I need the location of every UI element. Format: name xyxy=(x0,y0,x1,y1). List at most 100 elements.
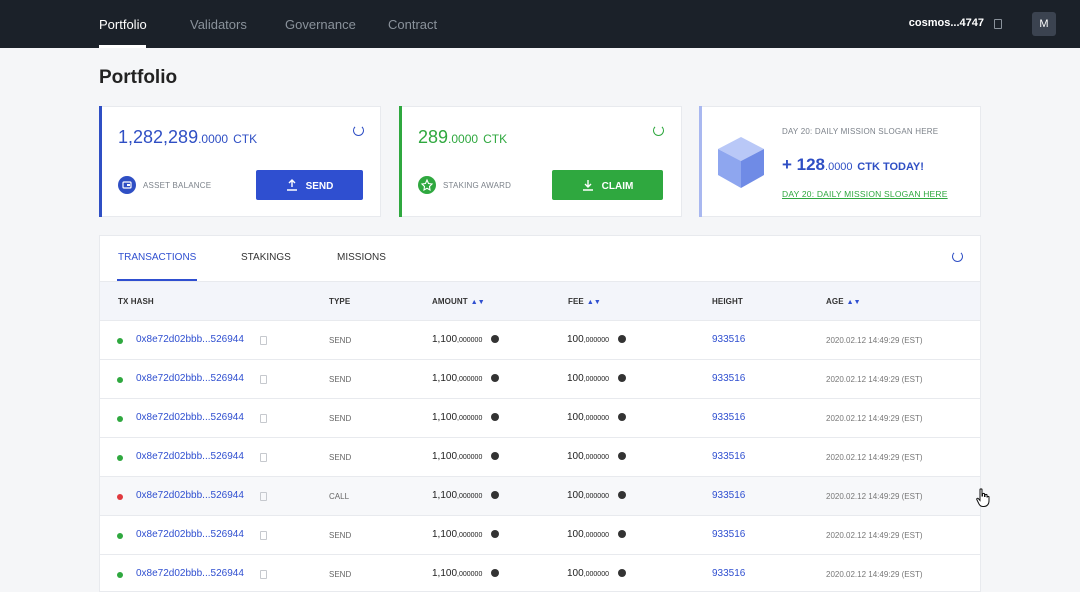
nav-contract[interactable]: Contract xyxy=(388,17,437,32)
coin-icon xyxy=(491,374,500,382)
column-fee[interactable]: FEE ▲▼ xyxy=(568,297,601,306)
amount-decimal: ,000000 xyxy=(457,532,483,539)
amount-decimal: ,000000 xyxy=(457,376,483,383)
tab-missions[interactable]: MISSIONS xyxy=(337,252,386,263)
tx-type: SEND xyxy=(329,570,352,579)
copy-icon[interactable] xyxy=(260,531,267,540)
block-height-link[interactable]: 933516 xyxy=(712,412,745,423)
copy-icon[interactable] xyxy=(994,19,1002,29)
tx-age: 2020.02.12 14:49:29 (EST) xyxy=(826,531,923,540)
amount-unit: CTK xyxy=(233,132,258,146)
block-height-link[interactable]: 933516 xyxy=(712,529,745,540)
coin-icon xyxy=(618,335,626,343)
tx-fee: 100,000000 xyxy=(567,412,626,423)
refresh-icon[interactable] xyxy=(952,251,963,262)
fee-integer: 100 xyxy=(567,334,584,345)
refresh-icon[interactable] xyxy=(653,125,664,136)
tx-hash-link[interactable]: 0x8e72d02bbb...526944 xyxy=(136,334,244,345)
tx-amount: 1,100,000000 xyxy=(432,373,500,384)
tab-stakings[interactable]: STAKINGS xyxy=(241,252,291,263)
nav-governance[interactable]: Governance xyxy=(285,17,356,32)
amount-unit: CTK xyxy=(483,132,508,146)
tx-hash-link[interactable]: 0x8e72d02bbb...526944 xyxy=(136,529,244,540)
coin-icon xyxy=(491,569,500,577)
status-dot xyxy=(117,533,123,539)
claim-button[interactable]: CLAIM xyxy=(552,170,663,200)
copy-icon[interactable] xyxy=(260,375,267,384)
table-row[interactable]: 0x8e72d02bbb...526944 SEND 1,100,000000 … xyxy=(100,398,980,437)
amount-integer: 1,100 xyxy=(432,529,458,540)
staking-award-amount: 289.0000 CTK xyxy=(418,127,507,148)
nav-portfolio[interactable]: Portfolio xyxy=(99,17,147,32)
refresh-icon[interactable] xyxy=(353,125,364,136)
tab-transactions[interactable]: TRANSACTIONS xyxy=(118,252,196,263)
block-height-link[interactable]: 933516 xyxy=(712,568,745,579)
coin-icon xyxy=(491,413,500,421)
amount-decimal: ,000000 xyxy=(457,454,483,461)
amount-decimal: ,000000 xyxy=(457,493,483,500)
table-row[interactable]: 0x8e72d02bbb...526944 CALL 1,100,000000 … xyxy=(100,476,980,515)
coin-icon xyxy=(618,530,626,538)
upload-icon xyxy=(286,170,298,200)
block-height-link[interactable]: 933516 xyxy=(712,334,745,345)
table-row[interactable]: 0x8e72d02bbb...526944 SEND 1,100,000000 … xyxy=(100,359,980,398)
copy-icon[interactable] xyxy=(260,453,267,462)
fee-decimal: ,000000 xyxy=(583,415,609,422)
tx-amount: 1,100,000000 xyxy=(432,451,500,462)
block-height-link[interactable]: 933516 xyxy=(712,490,745,501)
tx-amount: 1,100,000000 xyxy=(432,529,500,540)
mission-link[interactable]: DAY 20: DAILY MISSION SLOGAN HERE xyxy=(782,189,948,199)
status-dot xyxy=(117,494,123,500)
tx-age: 2020.02.12 14:49:29 (EST) xyxy=(826,453,923,462)
tx-hash-link[interactable]: 0x8e72d02bbb...526944 xyxy=(136,568,244,579)
coin-icon xyxy=(618,413,626,421)
send-button[interactable]: SEND xyxy=(256,170,363,200)
amount-integer: 289 xyxy=(418,127,449,147)
tx-hash-link[interactable]: 0x8e72d02bbb...526944 xyxy=(136,412,244,423)
nav-validators[interactable]: Validators xyxy=(190,17,247,32)
table-row[interactable]: 0x8e72d02bbb...526944 SEND 1,100,000000 … xyxy=(100,320,980,359)
tx-hash-link[interactable]: 0x8e72d02bbb...526944 xyxy=(136,451,244,462)
mission-title: DAY 20: DAILY MISSION SLOGAN HERE xyxy=(782,127,939,136)
tx-hash-link[interactable]: 0x8e72d02bbb...526944 xyxy=(136,373,244,384)
tx-amount: 1,100,000000 xyxy=(432,334,500,345)
tx-age: 2020.02.12 14:49:29 (EST) xyxy=(826,570,923,579)
claim-button-label: CLAIM xyxy=(601,181,634,192)
block-height-link[interactable]: 933516 xyxy=(712,373,745,384)
column-amount[interactable]: AMOUNT ▲▼ xyxy=(432,297,485,306)
fee-decimal: ,000000 xyxy=(583,376,609,383)
avatar[interactable]: M xyxy=(1032,12,1056,36)
amount-decimal: ,000000 xyxy=(457,571,483,578)
amount-integer: 1,100 xyxy=(432,412,458,423)
table-row[interactable]: 0x8e72d02bbb...526944 SEND 1,100,000000 … xyxy=(100,554,980,591)
column-age[interactable]: AGE ▲▼ xyxy=(826,297,861,306)
tx-type: SEND xyxy=(329,336,352,345)
table-header: TX HASH TYPE AMOUNT ▲▼ FEE ▲▼ HEIGHT AGE ▲▼ xyxy=(100,282,980,320)
copy-icon[interactable] xyxy=(260,414,267,423)
column-fee-label: FEE xyxy=(568,297,584,306)
amount-integer: 1,100 xyxy=(432,490,458,501)
tx-age: 2020.02.12 14:49:29 (EST) xyxy=(826,375,923,384)
tx-age: 2020.02.12 14:49:29 (EST) xyxy=(826,414,923,423)
column-amount-label: AMOUNT xyxy=(432,297,468,306)
tx-hash-link[interactable]: 0x8e72d02bbb...526944 xyxy=(136,490,244,501)
amount-integer: 1,282,289 xyxy=(118,127,199,147)
fee-decimal: ,000000 xyxy=(583,454,609,461)
table-row[interactable]: 0x8e72d02bbb...526944 SEND 1,100,000000 … xyxy=(100,515,980,554)
tx-fee: 100,000000 xyxy=(567,373,626,384)
copy-icon[interactable] xyxy=(260,492,267,501)
tx-fee: 100,000000 xyxy=(567,451,626,462)
block-height-link[interactable]: 933516 xyxy=(712,451,745,462)
coin-icon xyxy=(491,530,500,538)
tx-type: SEND xyxy=(329,453,352,462)
mission-reward: + 128.0000 CTK TODAY! xyxy=(782,155,924,175)
staking-award-label: STAKING AWARD xyxy=(443,181,512,190)
send-button-label: SEND xyxy=(305,181,334,192)
status-dot xyxy=(117,572,123,578)
column-type: TYPE xyxy=(329,297,351,306)
copy-icon[interactable] xyxy=(260,570,267,579)
copy-icon[interactable] xyxy=(260,336,267,345)
table-row[interactable]: 0x8e72d02bbb...526944 SEND 1,100,000000 … xyxy=(100,437,980,476)
fee-integer: 100 xyxy=(567,412,584,423)
card-accent-bar xyxy=(99,106,102,217)
